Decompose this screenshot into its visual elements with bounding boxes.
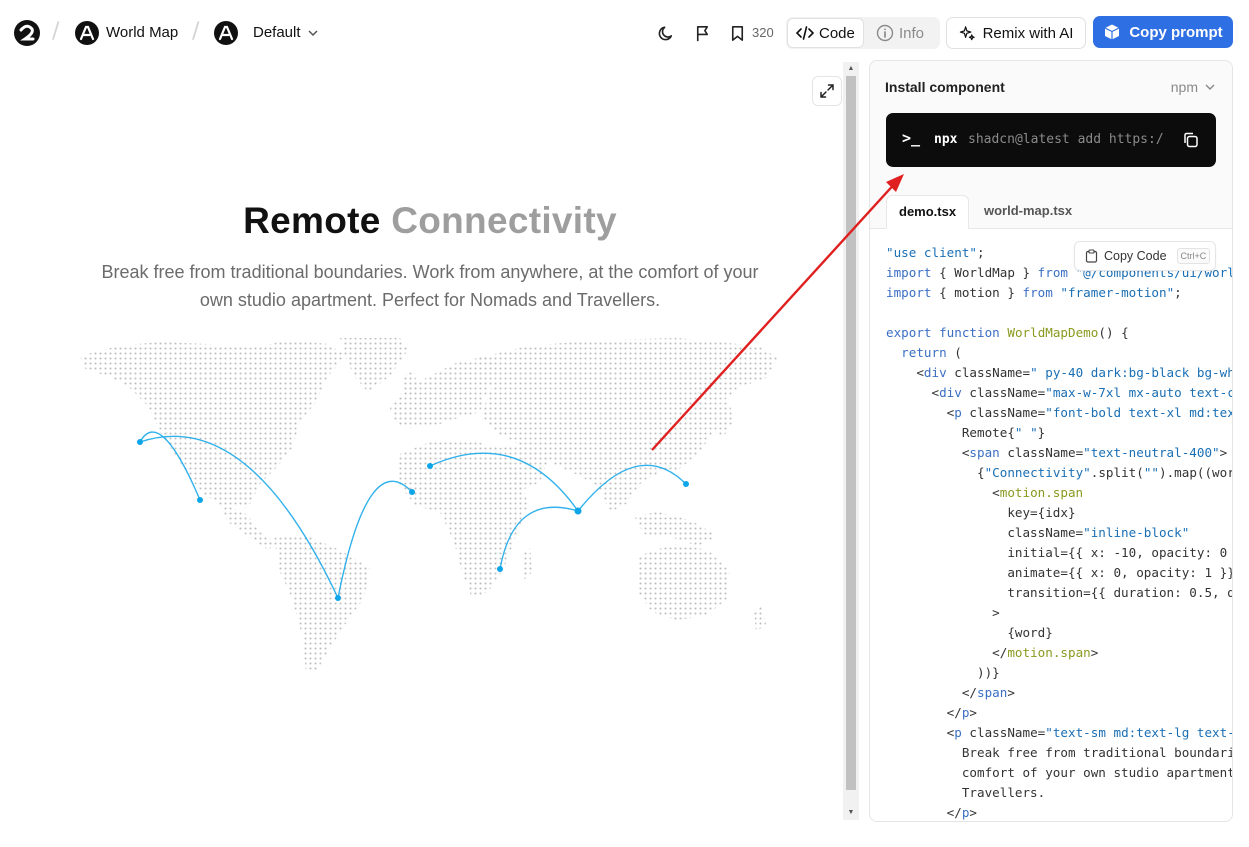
clipboard-icon [1085,249,1098,263]
code-line: > [886,605,1000,620]
file-tabs: demo.tsx world-map.tsx [870,195,1232,229]
location-dot [137,439,143,445]
copy-code-button[interactable]: Copy Code Ctrl+C [1074,241,1216,271]
terminal-icon: >_ [902,129,921,147]
code-line: <p className="text-sm md:text-lg text-ne… [886,725,1232,740]
remix-label: Remix with AI [982,24,1074,42]
code-line: key={idx} [886,505,1076,520]
heading-muted: Connectivity [391,200,617,241]
cube-icon [1105,24,1120,40]
code-line: <div className=" py-40 dark:bg-black bg-… [886,365,1232,380]
location-dot [497,566,503,572]
scrollbar-thumb[interactable] [846,76,856,790]
breadcrumb-separator: / [52,19,60,44]
dark-mode-icon[interactable] [655,22,677,44]
code-line: Break free from traditional boundaries. … [961,745,1233,760]
breadcrumb-project[interactable]: World Map [106,24,178,41]
theme-avatar-icon[interactable] [214,21,238,45]
code-line: Travellers. [886,785,1046,800]
code-line: return ( [901,345,962,360]
bookmark-count: 320 [752,25,774,40]
flag-icon[interactable] [691,22,713,44]
code-line: Remote{" "} [886,425,1046,440]
tab-world-map-tsx[interactable]: world-map.tsx [972,195,1084,229]
package-manager-select[interactable]: npm [1171,79,1216,95]
code-line: </p> [886,805,978,820]
code-line: initial={{ x: -10, opacity: 0 }} [886,545,1233,560]
copy-prompt-label: Copy prompt [1129,23,1223,41]
map-land [80,338,778,672]
copy-prompt-button[interactable]: Copy prompt [1093,16,1233,48]
install-command-box[interactable]: >_ npx shadcn@latest add https://21st.de… [886,113,1216,167]
location-dot [427,463,433,469]
package-manager-value: npm [1170,79,1198,95]
view-toggle: Code Info [786,17,940,49]
install-title: Install component [885,79,1005,95]
tab-demo-tsx[interactable]: demo.tsx [886,195,970,229]
scroll-up-arrow-icon[interactable]: ▲ [843,62,859,76]
fullscreen-button[interactable] [812,76,842,106]
tab-code[interactable]: Code [787,18,864,48]
code-line: export function WorldMapDemo() { [886,325,1129,340]
location-dot [683,481,689,487]
chevron-down-icon [1205,84,1215,91]
preview-scrollbar[interactable]: ▲ ▼ [843,62,859,820]
breadcrumb-separator: / [192,19,200,44]
sparkles-icon [959,25,975,40]
remix-with-ai-button[interactable]: Remix with AI [946,17,1086,49]
code-block: "use client"; import { WorldMap } from "@… [886,243,1233,821]
code-line: {word} [886,625,1053,640]
component-preview: Remote Connectivity Break free from trad… [0,64,842,824]
heading-main: Remote [243,200,381,241]
code-line: comfort of your own studio apartment. Pe… [961,765,1232,780]
code-line: <p className="font-bold text-xl md:text-… [886,405,1233,420]
code-panel: Install component npm >_ npx shadcn@late… [869,60,1233,822]
code-line: <div className="max-w-7xl mx-auto text-c… [886,385,1233,400]
code-line: className="inline-block" [886,525,1190,540]
code-line: </span> [886,685,1015,700]
theme-select[interactable]: Default [253,24,319,41]
code-line: <span className="text-neutral-400"> [886,445,1228,460]
code-viewer[interactable]: "use client"; import { WorldMap } from "@… [870,229,1233,821]
tab-info-label: Info [899,24,925,42]
app-logo[interactable] [14,20,40,46]
location-dot [574,507,582,515]
command-args: shadcn@latest add https://21st.dev/r/ace… [968,132,1164,147]
copy-icon[interactable] [1182,131,1200,149]
expand-icon [820,84,834,98]
location-dot [335,595,341,601]
preview-heading: Remote Connectivity [0,200,860,242]
scroll-down-arrow-icon[interactable]: ▼ [843,806,859,820]
code-line: transition={{ duration: 0.5, delay: idx … [1007,585,1232,600]
chevron-down-icon [308,29,318,36]
code-line: </motion.span> [886,645,1099,660]
code-line: {"Connectivity".split("").map((word, idx… [886,465,1232,480]
code-icon [796,26,814,40]
copy-shortcut: Ctrl+C [1176,248,1211,264]
code-line: <motion.span [886,485,1084,500]
code-line: ))} [886,665,1000,680]
top-bar: / World Map / Default 320 Code Info Remi… [0,0,1249,64]
bookmark-icon[interactable] [726,22,748,44]
preview-subtext: Break free from traditional boundaries. … [101,262,759,310]
tab-code-label: Code [819,24,855,42]
tab-info[interactable]: Info [868,18,932,48]
command-name: npx [934,132,958,147]
code-line: </p> [886,705,978,720]
theme-select-value: Default [253,24,301,41]
copy-code-label: Copy Code [1104,249,1167,263]
code-line: animate={{ x: 0, opacity: 1 }} [886,565,1233,580]
info-icon [876,24,894,42]
world-map [80,338,778,672]
code-line: import { motion } from "framer-motion"; [886,285,1182,300]
location-dot [197,497,203,503]
component-avatar-icon[interactable] [75,21,99,45]
location-dot [409,489,415,495]
